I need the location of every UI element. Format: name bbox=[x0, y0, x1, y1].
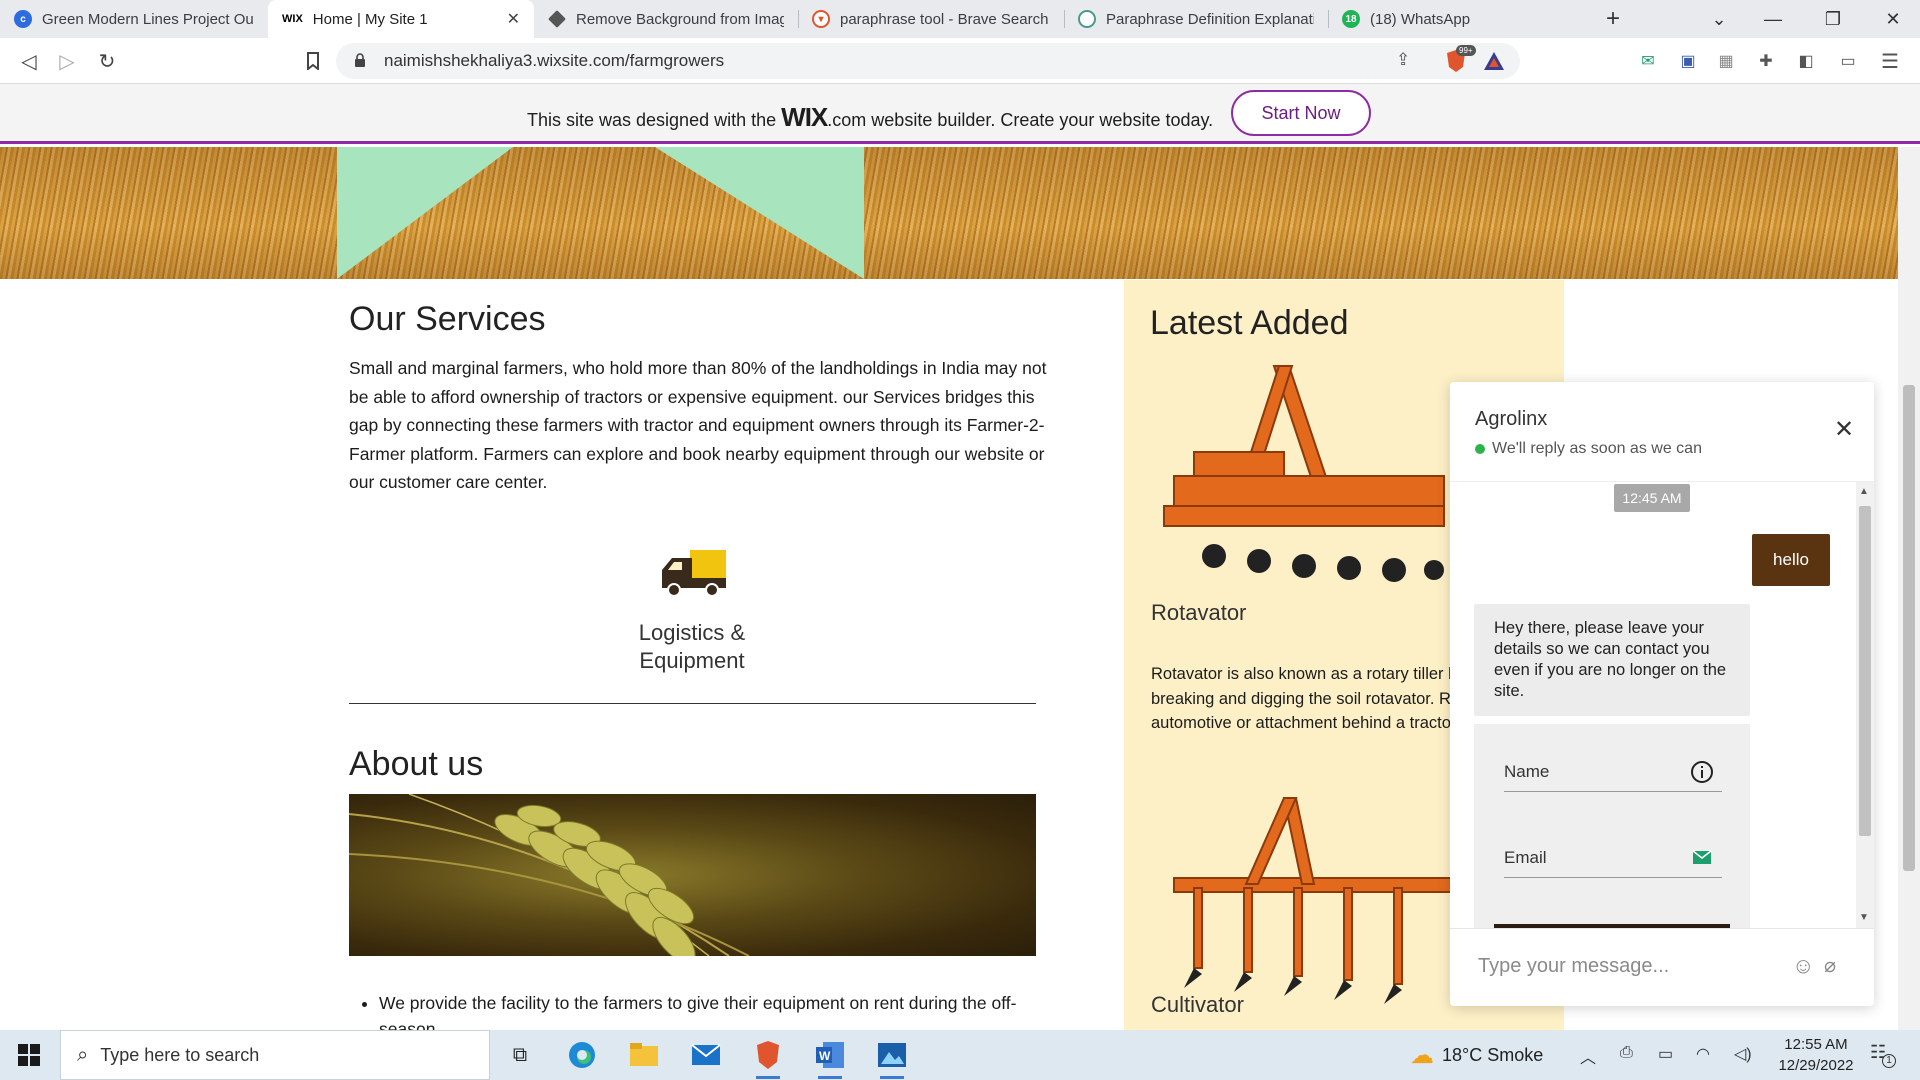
mail-icon[interactable] bbox=[688, 1038, 724, 1072]
volume-icon[interactable]: ◁) bbox=[1734, 1044, 1752, 1064]
battery-icon[interactable]: ▭ bbox=[1658, 1044, 1673, 1064]
cultivator-title[interactable]: Cultivator bbox=[1151, 992, 1244, 1018]
show-hidden-icons-chevron[interactable]: ︿ bbox=[1580, 1044, 1596, 1068]
email-autofill-icon bbox=[1692, 850, 1712, 864]
chat-widget: Agrolinx We'll reply as soon as we can ✕… bbox=[1450, 382, 1874, 1006]
wix-banner: This site was designed with the WIX.com … bbox=[0, 84, 1920, 144]
truck-icon bbox=[662, 550, 726, 597]
extension-avatar-icon[interactable]: ▦ bbox=[1714, 49, 1738, 73]
openai-icon bbox=[1078, 10, 1096, 28]
extension-id-icon[interactable]: ▣ bbox=[1676, 49, 1700, 73]
whatsapp-icon: 18 bbox=[1342, 10, 1360, 28]
canva-icon: c bbox=[14, 10, 32, 28]
email-field[interactable]: Email bbox=[1504, 842, 1722, 878]
search-icon: ⌕ bbox=[77, 1043, 89, 1066]
back-icon[interactable]: ◁ bbox=[14, 46, 44, 76]
wix-banner-text: This site was designed with the WIX.com … bbox=[527, 102, 1214, 132]
wheat-ear-image bbox=[349, 794, 1036, 956]
forward-icon[interactable]: ▷ bbox=[52, 46, 82, 76]
emoji-icon[interactable]: ☺ bbox=[1792, 953, 1814, 979]
file-explorer-icon[interactable] bbox=[626, 1038, 662, 1072]
new-tab-button[interactable]: + bbox=[1590, 0, 1636, 38]
photos-icon[interactable] bbox=[874, 1038, 910, 1079]
edge-icon[interactable] bbox=[564, 1038, 600, 1072]
menu-icon[interactable]: ☰ bbox=[1878, 49, 1902, 73]
lock-icon bbox=[354, 53, 366, 73]
scroll-down-icon[interactable]: ▼ bbox=[1859, 912, 1869, 923]
extensions-puzzle-icon[interactable]: ✚ bbox=[1754, 49, 1778, 73]
wix-logo: WIX bbox=[781, 102, 828, 132]
services-description: Small and marginal farmers, who hold mor… bbox=[349, 358, 1047, 492]
chat-status: We'll reply as soon as we can bbox=[1475, 440, 1702, 458]
notification-center-icon[interactable]: ☷ 1 bbox=[1870, 1042, 1896, 1068]
meet-now-icon[interactable]: ⎙ bbox=[1620, 1044, 1633, 1062]
windows-start-icon[interactable] bbox=[0, 1030, 58, 1080]
brave-shields-icon[interactable]: 99+ bbox=[1444, 45, 1476, 73]
network-icon[interactable]: ◠ bbox=[1696, 1044, 1710, 1064]
close-window-button[interactable]: ✕ bbox=[1870, 0, 1916, 38]
windows-taskbar: ⌕ Type here to search ⧉ W ☁ 18°C Smoke ︿… bbox=[0, 1030, 1920, 1080]
extension-mail-icon[interactable]: ✉ bbox=[1636, 49, 1660, 73]
chat-timestamp: 12:45 AM bbox=[1614, 484, 1690, 512]
mint-triangle-shapes bbox=[337, 147, 864, 279]
chat-message-input[interactable]: Type your message... ☺ ⌀ bbox=[1450, 928, 1874, 1006]
maximize-button[interactable]: ❐ bbox=[1810, 0, 1856, 38]
wallet-icon[interactable]: ▭ bbox=[1836, 49, 1860, 73]
wheat-field-banner bbox=[0, 147, 1898, 279]
cultivator-image[interactable] bbox=[1154, 788, 1454, 1018]
remove-bg-icon bbox=[548, 10, 566, 28]
address-bar-row: ◁ ▷ ↻ naimishshekhaliya3.wixsite.com/far… bbox=[0, 38, 1920, 84]
section-divider bbox=[349, 703, 1036, 704]
user-message-bubble: hello bbox=[1752, 534, 1830, 586]
bot-message-bubble: Hey there, please leave your details so … bbox=[1474, 604, 1750, 716]
wix-icon: WIX bbox=[282, 13, 303, 25]
logistics-equipment-label: Logistics & Equipment bbox=[638, 620, 746, 673]
task-view-icon[interactable]: ⧉ bbox=[502, 1038, 538, 1072]
minimize-button[interactable]: — bbox=[1750, 0, 1796, 38]
page-scrollbar-thumb[interactable] bbox=[1903, 385, 1915, 871]
brave-search-icon: ▾ bbox=[812, 10, 830, 28]
scroll-up-icon[interactable]: ▲ bbox=[1859, 486, 1869, 497]
tab-whatsapp[interactable]: 18 (18) WhatsApp bbox=[1328, 0, 1558, 38]
tab-home-my-site[interactable]: WIX Home | My Site 1 ✕ bbox=[268, 0, 534, 38]
chat-header: Agrolinx We'll reply as soon as we can ✕ bbox=[1450, 382, 1874, 482]
contact-form: Name Email bbox=[1474, 724, 1750, 928]
tab-remove-background[interactable]: Remove Background from Image bbox=[534, 0, 798, 38]
bookmark-icon[interactable] bbox=[298, 46, 328, 76]
chat-scrollbar-thumb[interactable] bbox=[1859, 506, 1871, 836]
rotavator-image[interactable] bbox=[1154, 356, 1454, 616]
start-now-button[interactable]: Start Now bbox=[1231, 90, 1371, 136]
rotavator-title[interactable]: Rotavator bbox=[1151, 600, 1246, 626]
chat-messages: 12:45 AM hello Hey there, please leave y… bbox=[1450, 482, 1874, 928]
weather-smoke-icon: ☁ bbox=[1410, 1041, 1434, 1069]
browser-tab-bar: c Green Modern Lines Project Out WIX Hom… bbox=[0, 0, 1920, 38]
taskbar-search-box[interactable]: ⌕ Type here to search bbox=[60, 1030, 490, 1080]
brave-rewards-icon[interactable] bbox=[1482, 49, 1506, 73]
attachment-icon[interactable]: ⌀ bbox=[1824, 953, 1836, 978]
online-dot-icon bbox=[1475, 444, 1485, 454]
name-field[interactable]: Name bbox=[1504, 756, 1722, 792]
word-icon[interactable]: W bbox=[812, 1038, 848, 1079]
reload-icon[interactable]: ↻ bbox=[92, 46, 122, 76]
chat-business-name: Agrolinx bbox=[1475, 408, 1548, 430]
tab-list-chevron-icon[interactable]: ⌄ bbox=[1696, 0, 1742, 38]
services-title: Our Services bbox=[349, 300, 546, 338]
chat-close-icon[interactable]: ✕ bbox=[1832, 418, 1856, 442]
url-field[interactable]: naimishshekhaliya3.wixsite.com/farmgrowe… bbox=[336, 43, 1520, 79]
brave-browser-icon[interactable] bbox=[750, 1038, 786, 1079]
weather-widget[interactable]: ☁ 18°C Smoke bbox=[1410, 1030, 1543, 1080]
latest-added-title: Latest Added bbox=[1150, 304, 1349, 342]
tab-brave-search[interactable]: ▾ paraphrase tool - Brave Search bbox=[798, 0, 1064, 38]
close-tab-icon[interactable]: ✕ bbox=[499, 9, 520, 29]
share-icon[interactable]: ⇪ bbox=[1396, 50, 1410, 70]
tab-paraphrase-definition[interactable]: Paraphrase Definition Explanatio bbox=[1064, 0, 1328, 38]
info-icon bbox=[1691, 761, 1713, 783]
about-title: About us bbox=[349, 745, 484, 783]
svg-text:W: W bbox=[819, 1049, 831, 1063]
sidebar-icon[interactable]: ◧ bbox=[1794, 49, 1818, 73]
taskbar-clock[interactable]: 12:55 AM 12/29/2022 bbox=[1768, 1034, 1864, 1076]
chat-scrollbar[interactable]: ▲ ▼ bbox=[1856, 482, 1874, 928]
tab-green-modern-lines[interactable]: c Green Modern Lines Project Out bbox=[0, 0, 268, 38]
page-scrollbar[interactable] bbox=[1898, 147, 1920, 1030]
